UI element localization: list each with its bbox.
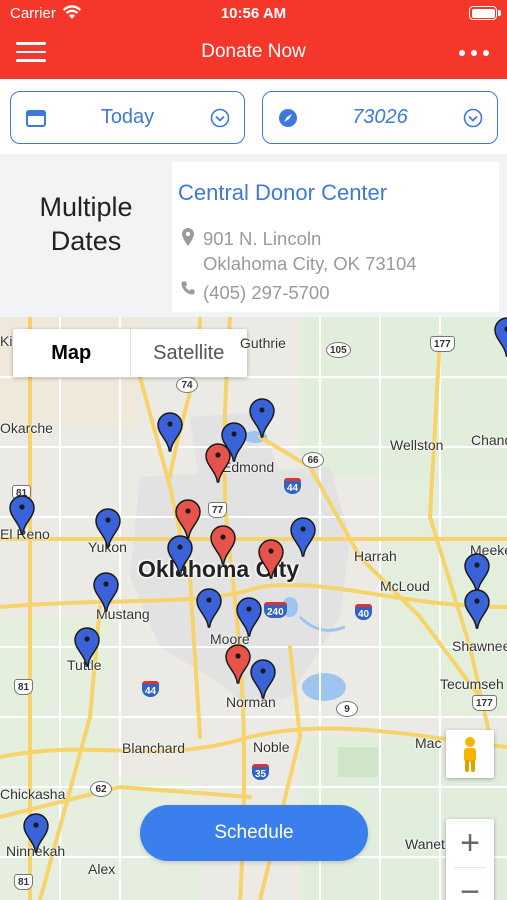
map-pin-blue[interactable]	[250, 659, 276, 699]
map-label-macomb: Mac	[415, 735, 442, 751]
dates-label-line2: Dates	[50, 226, 122, 256]
map-pin-red[interactable]	[258, 539, 284, 579]
location-filter-label: 73026	[352, 106, 408, 128]
donor-center-card[interactable]: Central Donor Center 901 N. Lincoln Okla…	[172, 162, 499, 312]
highway-shield: 77	[208, 502, 228, 518]
map-pin-blue[interactable]	[290, 517, 316, 557]
zoom-control: + −	[446, 819, 494, 900]
location-pin-icon	[182, 228, 194, 246]
map-label-chickasha: Chickasha	[0, 786, 66, 802]
chevron-down-icon	[463, 108, 483, 128]
address-line2: Oklahoma City, OK 73104	[203, 253, 417, 274]
map-type-satellite-button[interactable]: Satellite	[131, 329, 248, 377]
address-line1: 901 N. Lincoln	[203, 228, 322, 249]
map-pin-blue[interactable]	[464, 553, 490, 593]
highway-shield: 44	[284, 478, 302, 494]
highway-shield: 62	[90, 781, 112, 797]
map-pin-red[interactable]	[175, 499, 201, 539]
map-pin-red[interactable]	[225, 644, 251, 684]
map-type-map-button[interactable]: Map	[13, 329, 131, 377]
map-pin-red[interactable]	[205, 443, 231, 483]
highway-shield: 66	[302, 452, 324, 468]
map-label-mcloud: McLoud	[380, 578, 430, 594]
date-filter-label: Today	[100, 106, 155, 128]
map-label-wellston: Wellston	[390, 437, 444, 453]
battery-icon	[469, 6, 501, 20]
map-type-control: Map Satellite	[13, 329, 247, 377]
location-info-panel: Multiple Dates Central Donor Center 901 …	[0, 154, 507, 317]
map-label-guthrie: Guthrie	[240, 335, 286, 351]
map-pin-blue[interactable]	[95, 508, 121, 548]
map-pin-blue[interactable]	[23, 813, 49, 853]
map-view[interactable]: Map Satellite 105 177 74 66 44 81 77 240…	[0, 317, 507, 900]
donor-center-address: 901 N. Lincoln Oklahoma City, OK 73104	[203, 226, 417, 276]
page-title: Donate Now	[201, 41, 306, 62]
map-label-kingfisher: Ki	[0, 333, 13, 349]
compass-icon	[279, 109, 297, 127]
highway-shield: 74	[176, 377, 198, 393]
highway-shield: 81	[14, 679, 34, 695]
map-pin-blue[interactable]	[93, 572, 119, 612]
clock: 10:56 AM	[220, 5, 287, 22]
highway-shield: 9	[336, 701, 358, 717]
zoom-in-button[interactable]: +	[446, 819, 494, 867]
zoom-out-button[interactable]: −	[446, 868, 494, 900]
status-bar: Carrier 10:56 AM	[0, 0, 507, 28]
map-label-alex: Alex	[88, 861, 116, 877]
map-label-blanchard: Blanchard	[122, 740, 186, 756]
pegman-icon	[464, 737, 476, 772]
map-label-wanette: Wanet	[405, 836, 445, 852]
highway-shield: 81	[14, 874, 34, 890]
map-label-shawnee: Shawnee	[452, 638, 507, 654]
highway-shield: 177	[472, 695, 497, 711]
map-label-harrah: Harrah	[354, 548, 397, 564]
schedule-button[interactable]: Schedule	[140, 805, 368, 861]
map-label-tecumseh: Tecumseh	[440, 676, 504, 692]
phone-icon	[181, 281, 195, 295]
map-pin-blue[interactable]	[494, 317, 507, 357]
chevron-down-icon	[210, 108, 230, 128]
map-label-okarche: Okarche	[0, 420, 53, 436]
highway-shield: 240	[264, 602, 287, 618]
map-pin-blue[interactable]	[167, 535, 193, 575]
dates-label: Multiple Dates	[0, 190, 172, 258]
map-pin-blue[interactable]	[9, 495, 35, 535]
calendar-icon	[26, 110, 46, 127]
dates-label-line1: Multiple	[39, 192, 133, 222]
map-pin-blue[interactable]	[249, 398, 275, 438]
filter-bar: Today 73026	[0, 79, 507, 154]
street-view-pegman[interactable]	[446, 730, 494, 778]
location-filter-dropdown[interactable]: 73026	[262, 91, 498, 144]
highway-shield: 177	[430, 336, 455, 352]
map-pin-blue[interactable]	[196, 588, 222, 628]
map-pin-blue[interactable]	[236, 597, 262, 637]
map-pin-red[interactable]	[210, 525, 236, 565]
map-label-noble: Noble	[253, 739, 290, 755]
app-screen: Carrier 10:56 AM Donate Now Today 73026 …	[0, 0, 507, 900]
donor-center-name[interactable]: Central Donor Center	[178, 180, 387, 206]
map-label-chandler: Chand	[471, 432, 507, 448]
highway-shield: 35	[252, 764, 270, 780]
highway-shield: 40	[355, 604, 373, 620]
map-pin-blue[interactable]	[157, 412, 183, 452]
date-filter-dropdown[interactable]: Today	[10, 91, 245, 144]
nav-bar: Donate Now	[0, 28, 507, 79]
app-header: Carrier 10:56 AM Donate Now	[0, 0, 507, 79]
map-pin-blue[interactable]	[464, 589, 490, 629]
donor-center-phone[interactable]: (405) 297-5700	[203, 282, 330, 304]
highway-shield: 44	[142, 681, 160, 697]
map-pin-blue[interactable]	[74, 627, 100, 667]
highway-shield: 105	[326, 342, 351, 358]
more-dots-icon[interactable]	[457, 42, 491, 64]
